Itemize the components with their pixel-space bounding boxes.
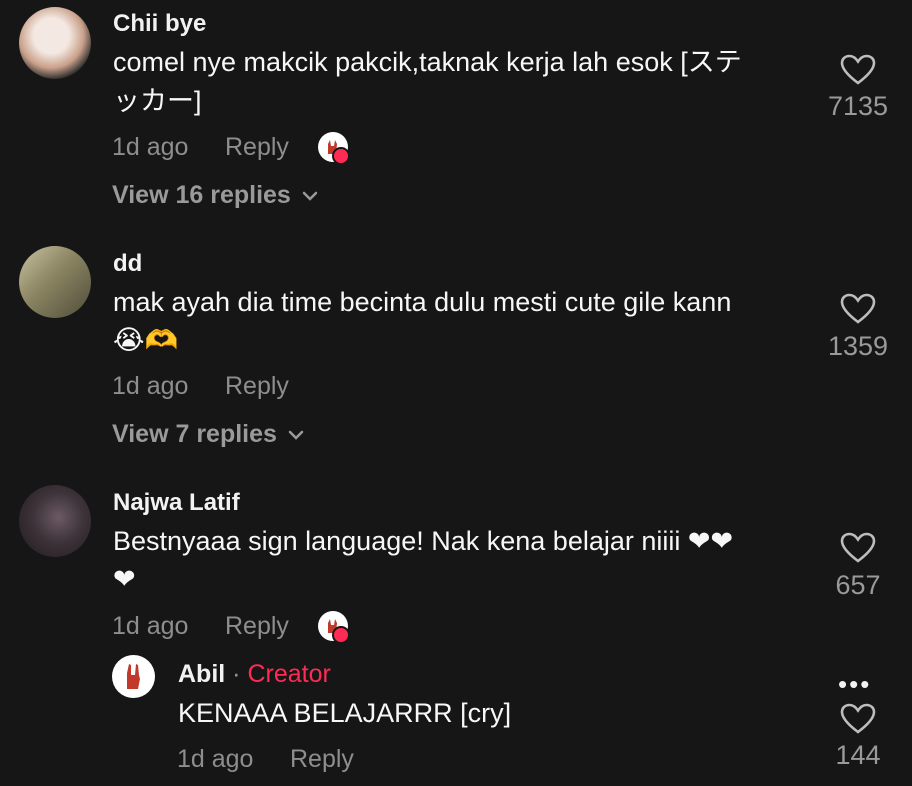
heart-outline-icon[interactable]	[840, 54, 876, 86]
heart-outline-icon[interactable]	[840, 293, 876, 325]
reply-header: Abil · Creator	[178, 660, 331, 689]
comment-time: 1d ago	[112, 372, 189, 400]
comment-text: comel nye makcik pakcik,taknak kerja lah…	[113, 47, 742, 77]
creator-badge: Creator	[247, 660, 331, 688]
like-count: 1359	[827, 331, 889, 361]
comment-username[interactable]: Chii bye	[113, 10, 206, 38]
reply-text: KENAAA BELAJARRR [cry]	[178, 698, 512, 728]
comment-time: 1d ago	[112, 612, 189, 640]
view-replies-label: View 7 replies	[112, 420, 277, 448]
like-count: 7135	[827, 91, 889, 121]
comment-text-line2: ❤	[113, 564, 136, 594]
like-count: 657	[835, 570, 881, 600]
chevron-down-icon	[302, 191, 318, 201]
separator: ·	[225, 660, 248, 688]
reply-button[interactable]: Reply	[290, 745, 354, 774]
rock-hand-icon	[127, 664, 140, 689]
reply-button[interactable]: Reply	[225, 372, 289, 401]
avatar[interactable]	[19, 246, 91, 318]
view-replies-label: View 16 replies	[112, 181, 291, 209]
comment-username[interactable]: Najwa Latif	[113, 489, 240, 517]
like-count: 144	[835, 740, 881, 770]
comment-time: 1d ago	[112, 133, 189, 161]
comment-text-line2: ッカー]	[113, 86, 202, 116]
reply-username[interactable]: Abil	[178, 660, 225, 688]
creator-liked-badge-icon	[318, 611, 350, 644]
reply-button[interactable]: Reply	[225, 612, 289, 641]
creator-liked-badge-icon	[318, 132, 350, 165]
comment-emoji: 😭🫶	[113, 325, 179, 355]
reply-time: 1d ago	[177, 745, 254, 773]
comment-text: Bestnyaaa sign language! Nak kena belaja…	[113, 526, 734, 556]
view-replies-button[interactable]: View 16 replies	[112, 181, 319, 210]
comment-username[interactable]: dd	[113, 250, 142, 278]
avatar[interactable]	[19, 7, 91, 79]
reply-button[interactable]: Reply	[225, 133, 289, 162]
comment-text: mak ayah dia time becinta dulu mesti cut…	[113, 287, 732, 317]
creator-avatar[interactable]	[112, 655, 155, 698]
view-replies-button[interactable]: View 7 replies	[112, 420, 305, 449]
heart-outline-icon[interactable]	[840, 703, 876, 735]
more-options-icon[interactable]: •••	[838, 669, 871, 700]
heart-outline-icon[interactable]	[840, 532, 876, 564]
chevron-down-icon	[288, 430, 304, 440]
avatar[interactable]	[19, 485, 91, 557]
